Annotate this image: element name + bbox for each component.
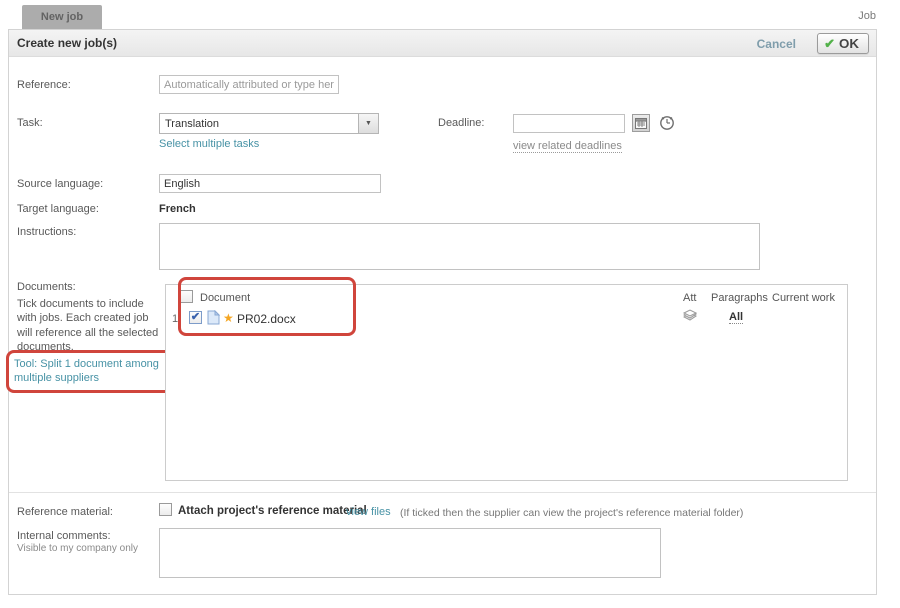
select-multiple-tasks-link[interactable]: Select multiple tasks	[159, 138, 259, 150]
attachment-icon[interactable]	[682, 309, 698, 326]
reference-input[interactable]	[159, 75, 339, 94]
task-dropdown-value: Translation	[160, 118, 358, 130]
column-header-att: Att	[683, 292, 696, 304]
documents-label: Documents:	[17, 281, 76, 293]
internal-comments-textarea[interactable]	[159, 528, 661, 578]
reference-material-note: (If ticked then the supplier can view th…	[400, 507, 743, 519]
panel-header: Create new job(s) Cancel ✔ OK	[9, 30, 876, 57]
reference-material-label: Reference material:	[17, 506, 113, 518]
document-file-icon	[207, 310, 220, 328]
column-header-current-work: Current work	[772, 292, 835, 304]
tab-new-job[interactable]: New job	[22, 5, 102, 30]
page-title: Create new job(s)	[17, 30, 117, 57]
job-corner-label: Job	[858, 10, 876, 22]
internal-comments-sublabel: Visible to my company only	[17, 543, 138, 554]
star-icon: ★	[223, 311, 234, 325]
target-language-value: French	[159, 203, 196, 215]
target-language-label: Target language:	[17, 203, 99, 215]
column-header-paragraphs: Paragraphs	[711, 292, 768, 304]
clock-icon[interactable]	[657, 112, 677, 132]
cancel-button[interactable]: Cancel	[757, 37, 796, 51]
task-label: Task:	[17, 117, 43, 129]
calendar-icon[interactable]	[632, 114, 650, 132]
source-language-input[interactable]	[159, 174, 381, 193]
source-language-label: Source language:	[17, 178, 103, 190]
document-name[interactable]: PR02.docx	[237, 312, 296, 326]
chevron-down-icon[interactable]: ▼	[358, 114, 378, 133]
document-checkbox[interactable]: ✔	[189, 311, 202, 324]
deadline-input[interactable]	[513, 114, 625, 133]
select-all-documents-checkbox[interactable]	[180, 290, 193, 303]
ok-button[interactable]: ✔ OK	[817, 33, 869, 54]
view-files-link[interactable]: view files	[346, 506, 391, 518]
tool-split-highlight: Tool: Split 1 document among multiple su…	[6, 350, 178, 393]
instructions-label: Instructions:	[17, 226, 76, 238]
internal-comments-label: Internal comments:	[17, 530, 111, 542]
instructions-textarea[interactable]	[159, 223, 760, 270]
task-dropdown[interactable]: Translation ▼	[159, 113, 379, 134]
document-row-number: 1	[172, 313, 178, 325]
create-job-page: New job Job Create new job(s) Cancel ✔ O…	[0, 0, 900, 608]
create-job-panel: Create new job(s) Cancel ✔ OK Reference:…	[8, 29, 877, 595]
ok-button-label: OK	[839, 36, 859, 51]
documents-help-text: Tick documents to include with jobs. Eac…	[17, 297, 162, 354]
attach-reference-material-checkbox[interactable]	[159, 503, 172, 516]
ok-check-icon: ✔	[824, 37, 835, 50]
paragraphs-all-link[interactable]: All	[729, 311, 743, 324]
attach-reference-material-text: Attach project's reference material	[178, 505, 367, 517]
documents-list: Document Att Paragraphs Current work 1 ✔…	[165, 284, 848, 481]
section-divider	[9, 492, 876, 493]
tool-split-link[interactable]: Tool: Split 1 document among multiple su…	[14, 358, 159, 384]
view-related-deadlines-link[interactable]: view related deadlines	[513, 140, 622, 153]
documents-column-header: Document	[200, 292, 250, 304]
reference-label: Reference:	[17, 79, 71, 91]
deadline-label: Deadline:	[438, 117, 484, 129]
